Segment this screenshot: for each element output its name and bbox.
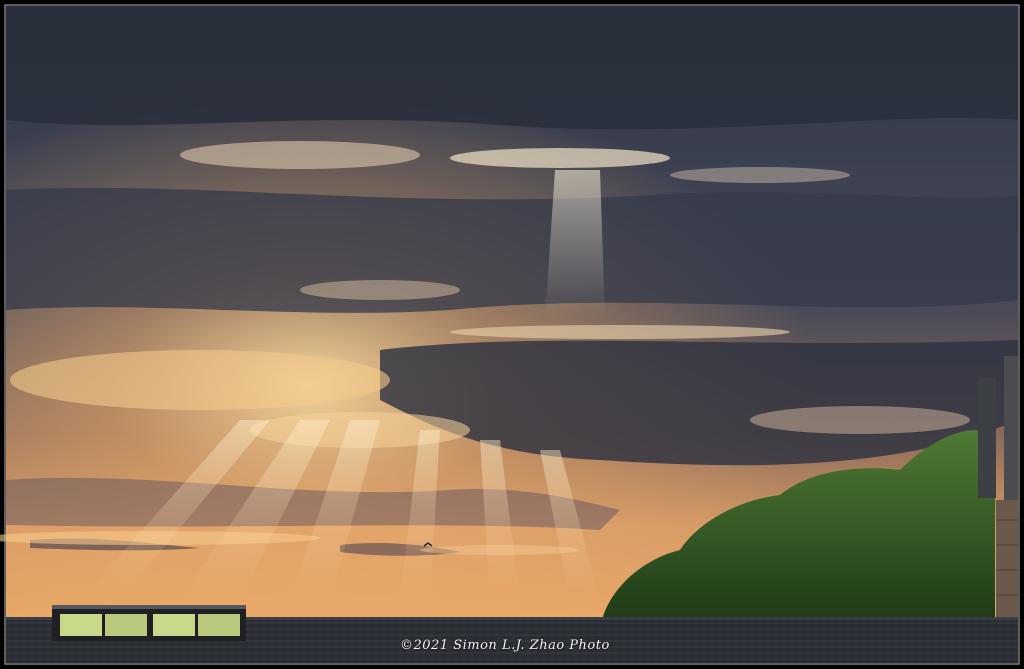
sunset-photo — [0, 4, 1020, 665]
photo-frame: ©2021 Simon L.J. Zhao Photo — [0, 0, 1024, 669]
skylight-window — [52, 605, 246, 641]
photo-watermark: ©2021 Simon L.J. Zhao Photo — [400, 638, 610, 653]
